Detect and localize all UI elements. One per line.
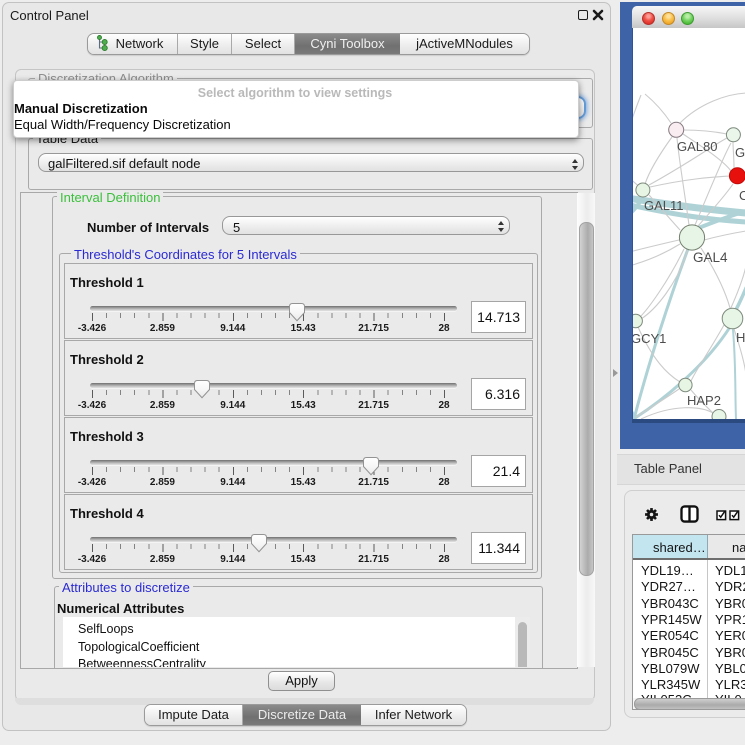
svg-text:H: H [736,330,745,345]
svg-text:GA: GA [735,145,745,160]
svg-text:GCY1: GCY1 [633,331,666,346]
svg-text:GAL4: GAL4 [693,250,728,265]
svg-text:C: C [739,188,745,203]
svg-text:HAP2: HAP2 [687,393,721,408]
svg-text:GAL11: GAL11 [644,198,684,213]
svg-text:GAL80: GAL80 [677,139,717,154]
